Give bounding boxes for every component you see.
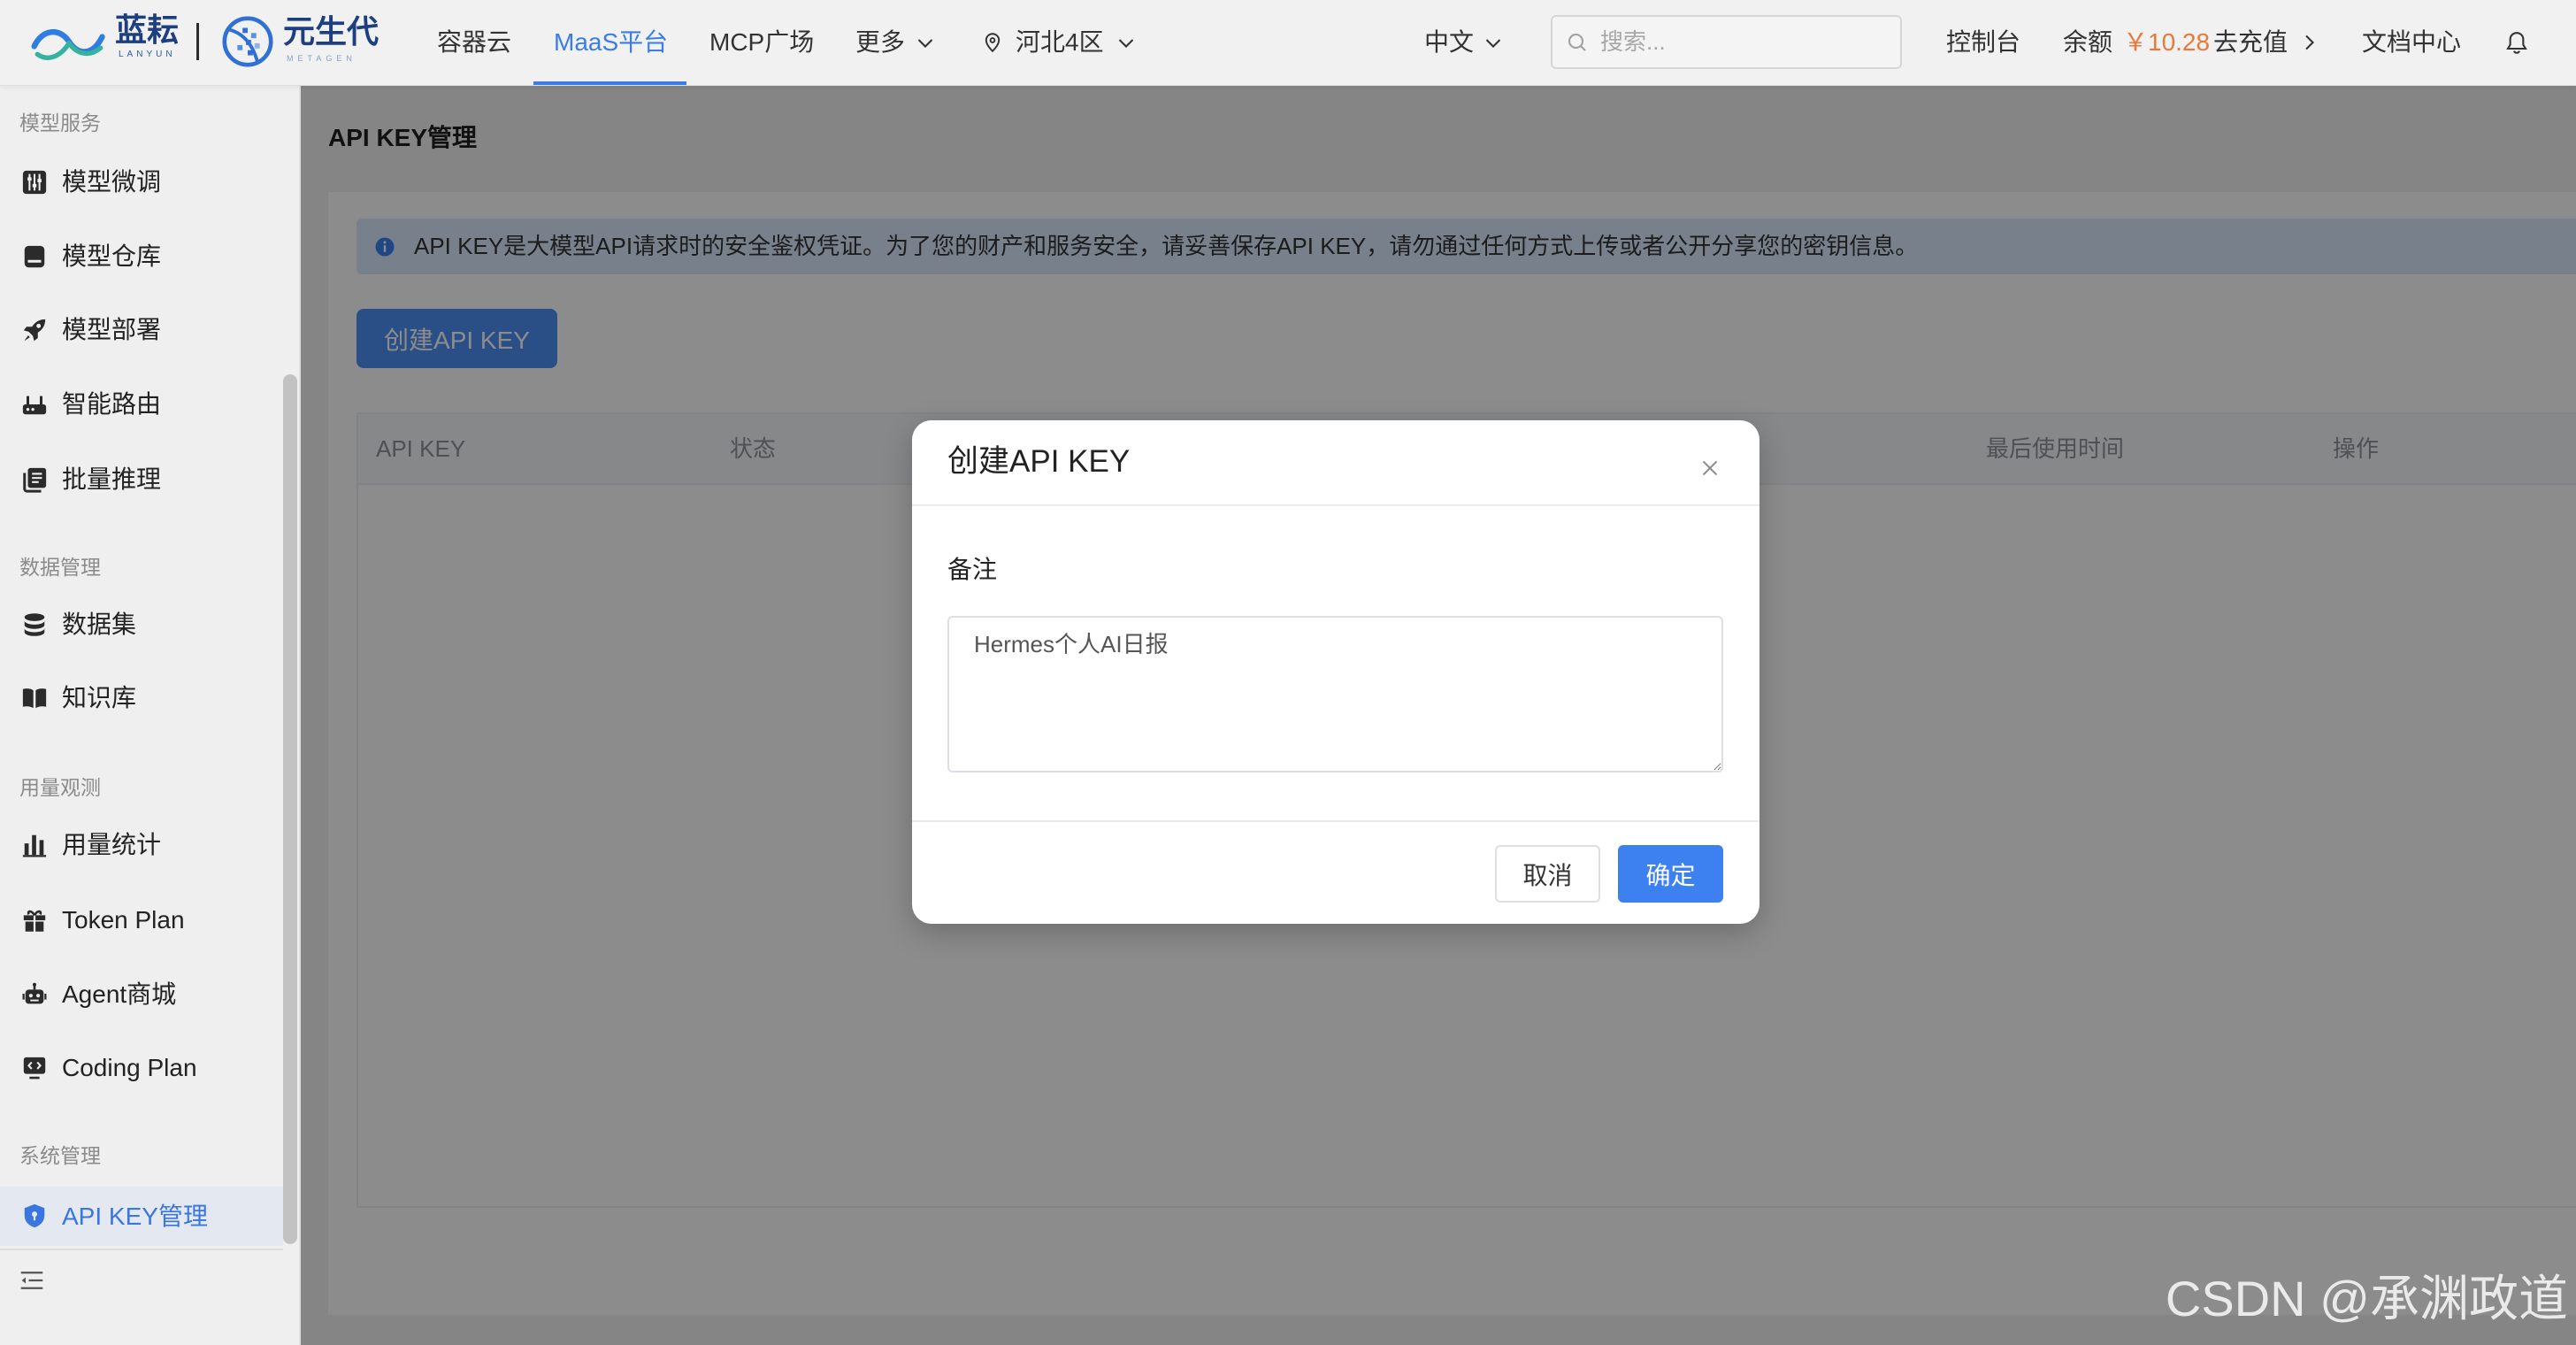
- dialog-header-divider: [912, 504, 1760, 506]
- location-icon: [985, 33, 1000, 53]
- sidebar-item-batch-inference[interactable]: 批量推理: [0, 453, 283, 506]
- dialog-footer-divider: [912, 820, 1760, 822]
- sidebar-item-label: 知识库: [62, 684, 137, 711]
- sidebar-group-data-management: 数据管理: [19, 556, 101, 579]
- sidebar-group-system-management: 系统管理: [19, 1144, 101, 1167]
- sidebar-item-api-key-management[interactable]: API KEY管理: [0, 1187, 283, 1246]
- sidebar-item-label: Token Plan: [62, 906, 185, 934]
- nav-item-more[interactable]: 更多: [855, 0, 905, 85]
- book-open-icon: [22, 688, 47, 709]
- sidebar-item-label: 模型微调: [62, 168, 162, 196]
- top-header: 蓝耘 LANYUN 元生代 METAGEN 容器云 MaaS平台 MCP广场 更…: [0, 0, 2576, 86]
- gift-icon: [23, 910, 46, 933]
- search-box[interactable]: [1551, 15, 1902, 69]
- sidebar-item-agent-store[interactable]: Agent商城: [0, 968, 283, 1021]
- docs-center-link[interactable]: 文档中心: [2362, 0, 2461, 85]
- lanyun-logo-icon: [31, 29, 105, 60]
- sidebar-item-coding-plan[interactable]: Coding Plan: [0, 1041, 283, 1095]
- console-link[interactable]: 控制台: [1946, 0, 2020, 85]
- sidebar-item-label: 模型部署: [62, 316, 162, 343]
- sidebar-item-knowledge-base[interactable]: 知识库: [0, 672, 283, 725]
- metagen-globe-icon: [222, 16, 273, 67]
- sidebar-item-token-plan[interactable]: Token Plan: [0, 894, 283, 947]
- robot-icon: [22, 982, 47, 1004]
- sidebar-scrollbar[interactable]: [283, 374, 297, 1244]
- sidebar-item-label: 用量统计: [62, 831, 162, 858]
- sidebar-item-datasets[interactable]: 数据集: [0, 598, 283, 651]
- sliders-icon: [22, 170, 47, 195]
- sidebar-item-label: 智能路由: [62, 390, 162, 418]
- database-icon: [24, 613, 45, 636]
- sidebar: 模型服务 模型微调 模型仓库 模型部署 智能路由 批量推理 数据管理 数据集 知…: [0, 86, 301, 1345]
- sidebar-divider: [0, 1249, 283, 1250]
- create-api-key-dialog: 创建API KEY 备注 Hermes个人AI日报 取消 确定: [912, 420, 1760, 924]
- language-selector[interactable]: 中文: [1424, 0, 1474, 85]
- menu-fold-icon[interactable]: [19, 1268, 44, 1293]
- search-icon: [1568, 33, 1586, 51]
- sidebar-item-model-deploy[interactable]: 模型部署: [0, 304, 283, 357]
- sidebar-item-model-finetune[interactable]: 模型微调: [0, 156, 283, 209]
- metagen-logo-subtext: METAGEN: [287, 54, 356, 63]
- book-list-icon: [23, 467, 47, 493]
- logo-divider: [196, 23, 199, 60]
- bell-icon[interactable]: [2504, 30, 2529, 55]
- sidebar-item-label: API KEY管理: [62, 1203, 208, 1230]
- metagen-logo-text: 元生代: [283, 13, 380, 50]
- code-monitor-icon: [23, 1057, 46, 1080]
- chevron-right-icon[interactable]: [2298, 32, 2319, 53]
- sidebar-item-label: Agent商城: [62, 980, 177, 1008]
- storage-icon: [24, 245, 45, 268]
- sidebar-group-model-service: 模型服务: [19, 111, 101, 134]
- nav-item-mcp-square[interactable]: MCP广场: [709, 0, 814, 85]
- chevron-down-icon[interactable]: [1483, 32, 1504, 53]
- sidebar-item-usage-stats[interactable]: 用量统计: [0, 819, 283, 872]
- chevron-down-icon[interactable]: [915, 32, 936, 53]
- sidebar-group-usage-observation: 用量观测: [19, 776, 101, 799]
- sidebar-item-label: 批量推理: [62, 465, 162, 493]
- confirm-button[interactable]: 确定: [1618, 845, 1723, 903]
- sidebar-item-label: 模型仓库: [62, 242, 162, 270]
- sidebar-item-model-repository[interactable]: 模型仓库: [0, 230, 283, 283]
- recharge-link[interactable]: 去充值: [2213, 0, 2288, 85]
- sidebar-item-label: Coding Plan: [62, 1054, 197, 1081]
- router-icon: [22, 396, 47, 415]
- nav-item-container-cloud[interactable]: 容器云: [437, 0, 511, 85]
- nav-active-indicator: [533, 81, 686, 85]
- watermark: CSDN @承渊政道: [2165, 1271, 2568, 1326]
- dialog-title: 创建API KEY: [947, 444, 1131, 479]
- remark-label: 备注: [947, 556, 998, 583]
- nav-item-maas-platform[interactable]: MaaS平台: [554, 0, 668, 85]
- region-selector[interactable]: 河北4区: [1016, 0, 1104, 85]
- lanyun-logo-text: 蓝耘: [115, 12, 180, 48]
- cancel-button[interactable]: 取消: [1495, 845, 1600, 903]
- bar-chart-icon: [22, 834, 47, 857]
- lanyun-logo-subtext: LANYUN: [119, 50, 176, 59]
- search-input[interactable]: [1600, 17, 1892, 67]
- balance-label: 余额: [2063, 28, 2113, 56]
- rocket-icon: [23, 319, 46, 342]
- close-icon[interactable]: [1699, 457, 1721, 479]
- shield-icon: [24, 1203, 45, 1228]
- sidebar-item-label: 数据集: [62, 611, 137, 638]
- balance-value: ￥10.28: [2123, 28, 2211, 56]
- chevron-down-icon[interactable]: [1116, 32, 1137, 53]
- sidebar-item-smart-routing[interactable]: 智能路由: [0, 378, 283, 431]
- remark-textarea[interactable]: Hermes个人AI日报: [947, 616, 1723, 772]
